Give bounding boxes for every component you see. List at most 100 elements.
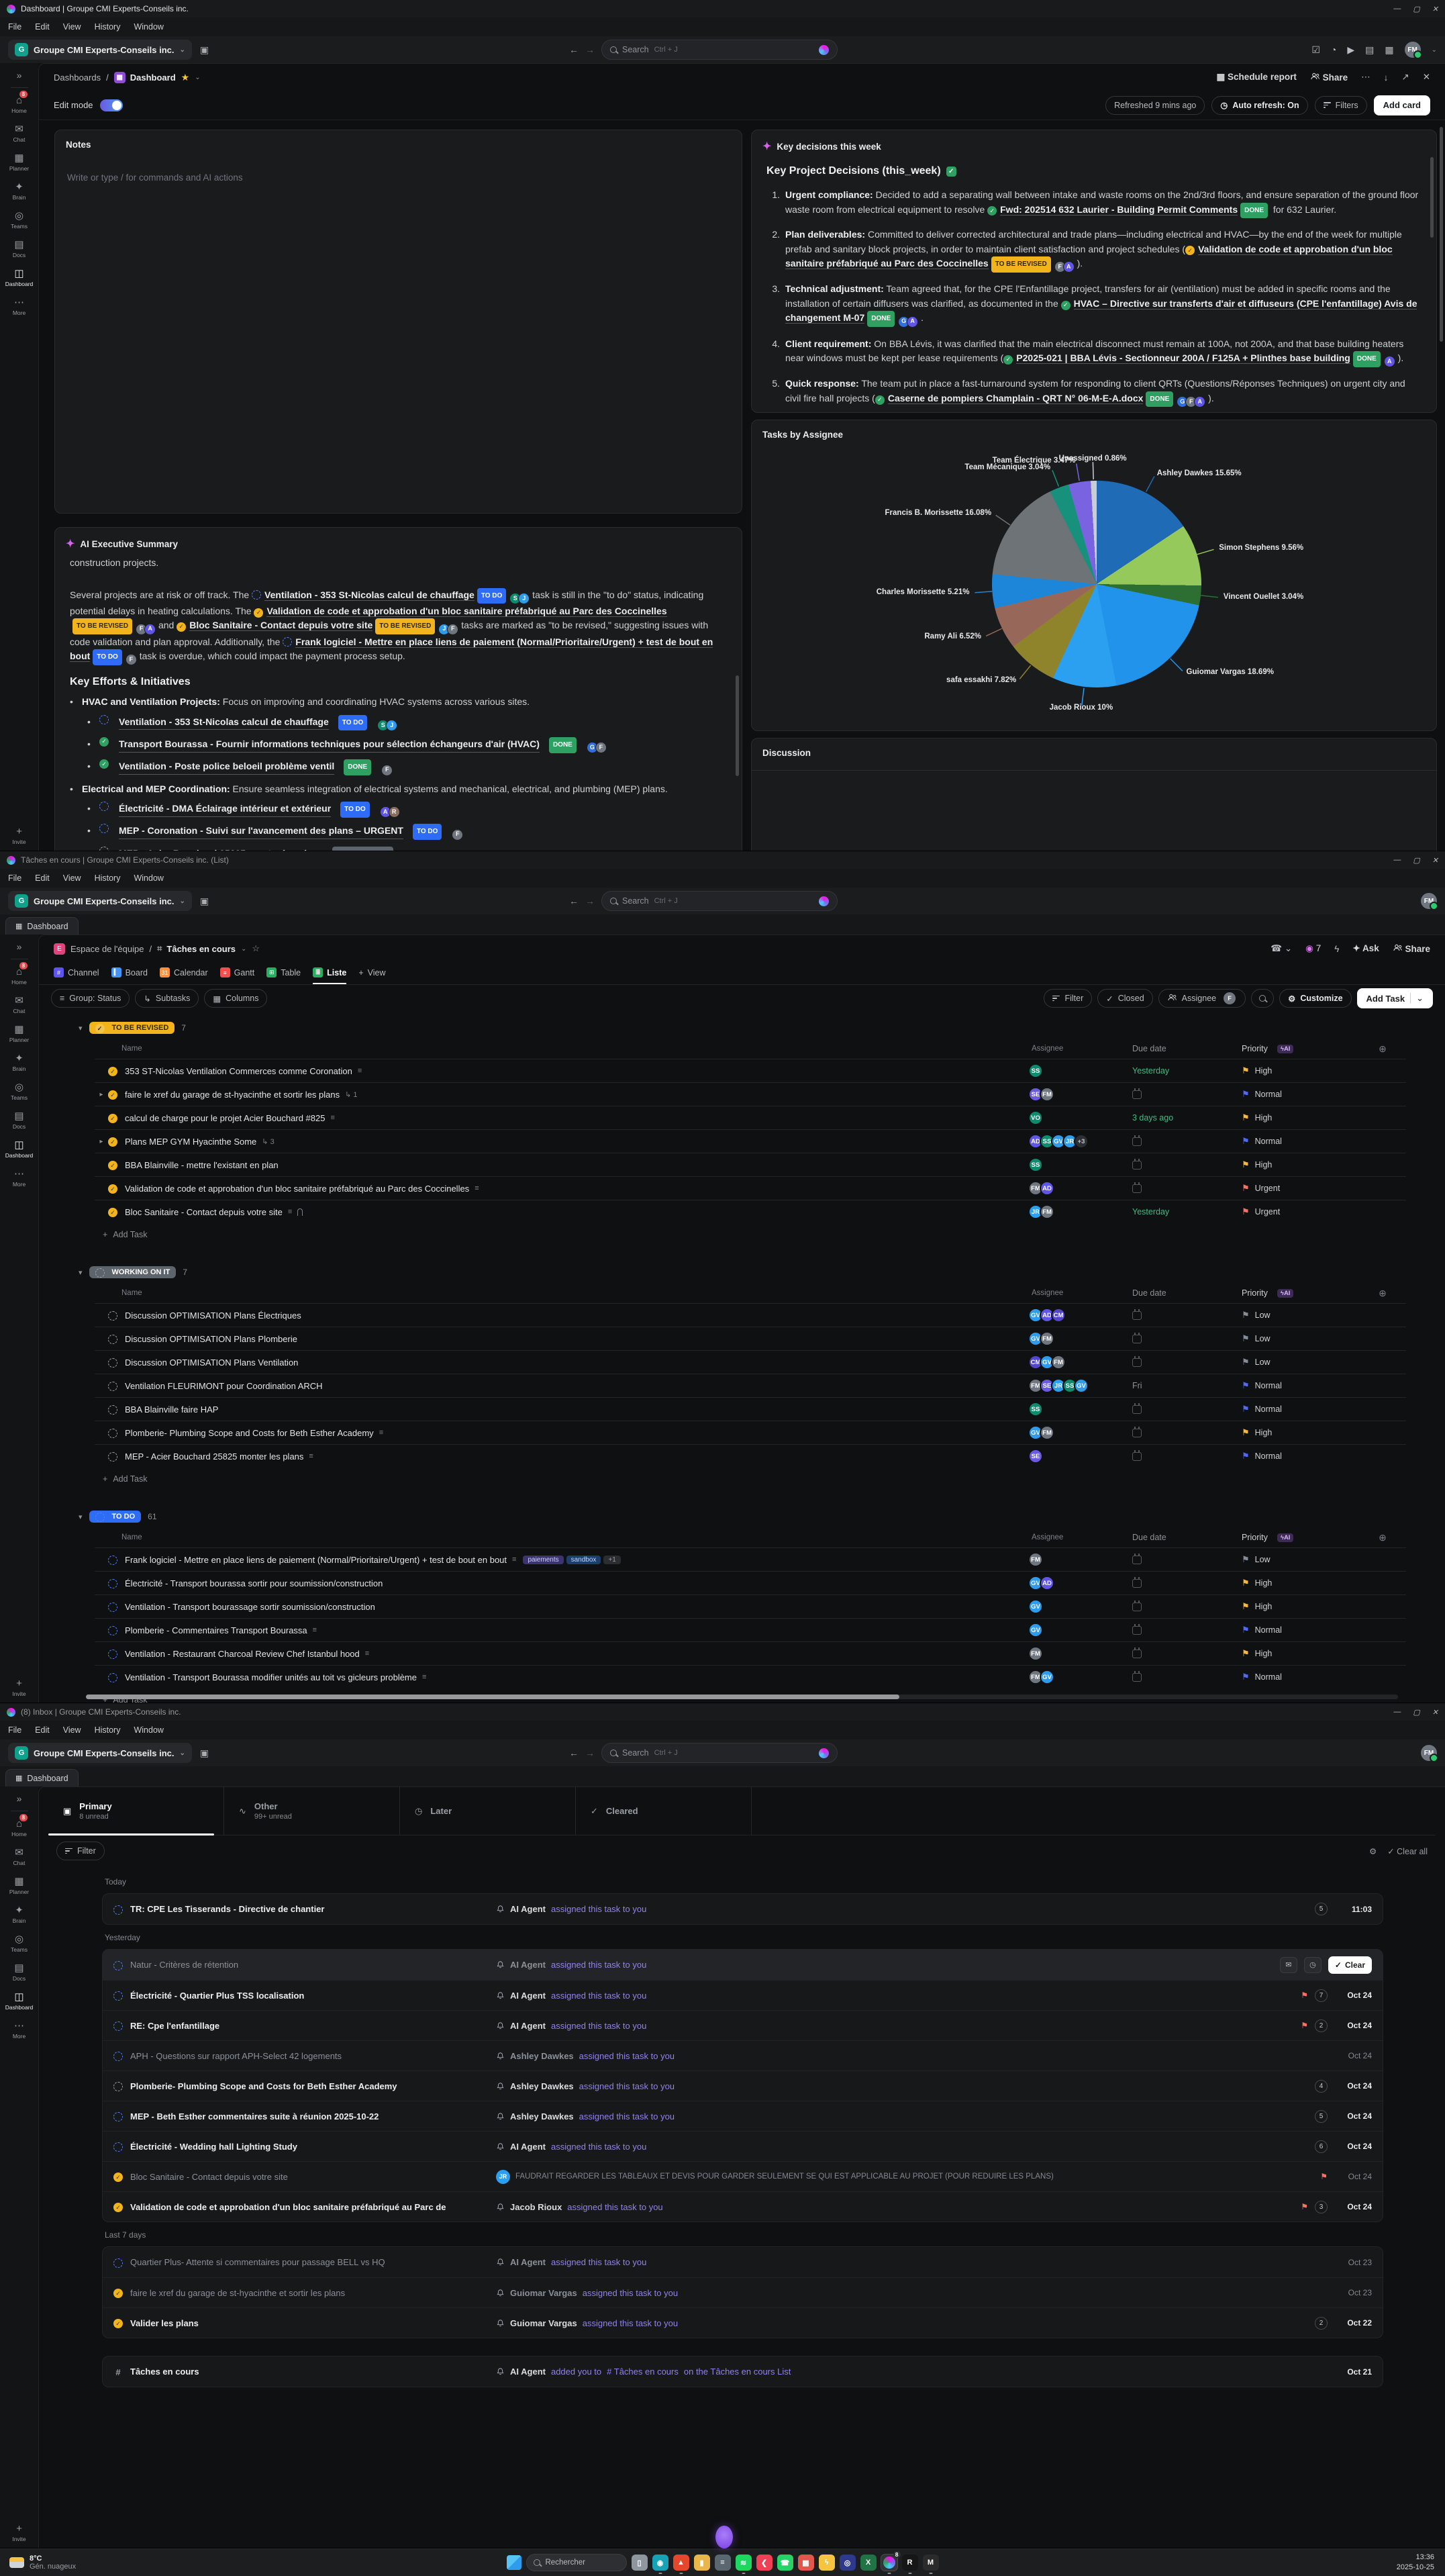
minimize-icon[interactable]: — (1393, 5, 1401, 13)
breadcrumb-current[interactable]: ▦ Dashboard (114, 72, 176, 83)
rail-item-chat[interactable]: ✉Chat (13, 1846, 26, 1866)
due-date-cell[interactable] (1132, 1335, 1242, 1343)
task-row[interactable]: Frank logiciel - Mettre en place liens d… (95, 1547, 1406, 1571)
rail-item-more[interactable]: ⋯More (13, 296, 26, 316)
inbox-row[interactable]: Plomberie- Plumbing Scope and Costs for … (103, 2070, 1383, 2101)
task-check-icon[interactable]: ☑ (1311, 44, 1320, 56)
effort-task[interactable]: •MEP - Coronation - Suivi sur l'avanceme… (87, 824, 727, 840)
breadcrumb-current[interactable]: Tâches en cours (166, 944, 236, 954)
add-view-button[interactable]: +View (358, 962, 385, 984)
subtasks-button[interactable]: ↳ Subtasks (135, 989, 199, 1008)
due-date-cell[interactable] (1132, 1429, 1242, 1437)
rail-item-home[interactable]: ⌂8Home (11, 966, 27, 986)
task-name[interactable]: Ventilation - Transport Bourassa modifie… (125, 1672, 417, 1682)
rail-item-planner[interactable]: ▦Planner (9, 1023, 29, 1043)
inbox-row[interactable]: ✓Bloc Sanitaire - Contact depuis votre s… (103, 2161, 1383, 2191)
rail-item-chat[interactable]: ✉Chat (13, 994, 26, 1014)
task-row[interactable]: ✓353 ST-Nicolas Ventilation Commerces co… (95, 1059, 1406, 1082)
menu-item-history[interactable]: History (95, 873, 121, 883)
inbox-row[interactable]: Quartier Plus- Attente si commentaires p… (103, 2247, 1383, 2277)
tasks-by-assignee-card[interactable]: Tasks by Assignee Ashley Dawkes 15.65%Si… (751, 420, 1437, 731)
notification-title[interactable]: MEP - Beth Esther commentaires suite à r… (130, 2111, 496, 2121)
record-icon[interactable]: ▶ (1347, 44, 1354, 56)
add-task-row[interactable]: +Add Task (95, 1468, 1406, 1490)
inbox-row[interactable]: ✓Validation de code et approbation d'un … (103, 2191, 1383, 2222)
doc-icon[interactable]: ▤ (1365, 44, 1374, 56)
due-date-cell[interactable] (1132, 1650, 1242, 1658)
task-name[interactable]: Plans MEP GYM Hyacinthe Some (125, 1137, 256, 1147)
inbox-row[interactable]: RE: Cpe l'enfantillageAI Agentassigned t… (103, 2010, 1383, 2040)
snooze-icon[interactable]: ◷ (1304, 1957, 1322, 1973)
inbox-row[interactable]: ✓faire le xref du garage de st-hyacinthe… (103, 2277, 1383, 2307)
taskbar-app-media[interactable]: ❮ (756, 2555, 773, 2571)
rail-item-dashboard[interactable]: ◫Dashboard (5, 1139, 34, 1159)
notification-title[interactable]: TR: CPE Les Tisserands - Directive de ch… (130, 1904, 496, 1914)
timer-icon[interactable]: ◔ (1331, 44, 1336, 55)
assignee-cell[interactable]: ADSSGVJR+3 (1032, 1134, 1132, 1149)
effort-task[interactable]: •Ventilation - 353 St-Nicolas calcul de … (87, 715, 727, 731)
due-date-cell[interactable]: Yesterday (1132, 1066, 1242, 1076)
inbox-settings-icon[interactable]: ⚙ (1369, 1846, 1377, 1856)
search-input[interactable]: Search Ctrl + J (601, 1743, 838, 1763)
filters-button[interactable]: Filters (1315, 96, 1367, 115)
task-name[interactable]: Validation de code et approbation d'un b… (125, 1184, 469, 1194)
clear-button[interactable]: ✓Clear (1328, 1956, 1372, 1974)
add-task-button[interactable]: Add Task ⌄ (1357, 988, 1433, 1008)
notification-title[interactable]: faire le xref du garage de st-hyacinthe … (130, 2288, 496, 2298)
start-button[interactable] (507, 2555, 521, 2570)
priority-cell[interactable]: ⚑Normal (1242, 1451, 1359, 1462)
group-header[interactable]: ▾WORKING ON IT7 (79, 1261, 1406, 1283)
priority-cell[interactable]: ⚑High (1242, 1427, 1359, 1438)
assignee-cell[interactable]: SEFM (1032, 1087, 1132, 1102)
ai-summary-card[interactable]: ✦AI Executive Summary construction proje… (54, 527, 742, 851)
task-row[interactable]: ✓Bloc Sanitaire - Contact depuis votre s… (95, 1200, 1406, 1223)
tab-dashboard[interactable]: ▦Dashboard (5, 1769, 79, 1786)
menu-item-edit[interactable]: Edit (35, 873, 50, 883)
invite-button[interactable]: +Invite (12, 1678, 26, 1697)
collapse-sidebar-icon[interactable]: » (17, 70, 22, 81)
titlebar[interactable]: Dashboard | Groupe CMI Experts-Conseils … (0, 0, 1445, 17)
assignee-cell[interactable]: GVADCM (1032, 1308, 1132, 1323)
taskbar-app-notes[interactable]: ≡ (715, 2555, 731, 2571)
priority-cell[interactable]: ⚑High (1242, 1648, 1359, 1659)
task-name[interactable]: Discussion OPTIMISATION Plans Électrique… (125, 1310, 301, 1321)
rail-item-teams[interactable]: ◎Teams (11, 1081, 28, 1101)
clear-all-button[interactable]: ✓ Clear all (1387, 1846, 1428, 1856)
tab-other[interactable]: ∿Other99+ unread (224, 1787, 400, 1835)
taskbar-app-brave[interactable]: ▲ (673, 2555, 689, 2571)
priority-cell[interactable]: ⚑High (1242, 1601, 1359, 1612)
rail-item-brain[interactable]: ✦Brain (13, 1052, 26, 1072)
effort-task[interactable]: •MEP - Acier Bouchard 25825 monter les p… (87, 847, 727, 851)
task-name[interactable]: BBA Blainville faire HAP (125, 1404, 218, 1415)
notification-title[interactable]: RE: Cpe l'enfantillage (130, 2021, 496, 2031)
taskbar-app-spotify[interactable]: ≋ (736, 2555, 752, 2571)
auto-refresh-toggle[interactable]: ◷ Auto refresh: On (1211, 96, 1307, 115)
tag[interactable]: paiements (523, 1556, 563, 1564)
assignee-cell[interactable]: SS (1032, 1063, 1132, 1078)
call-button[interactable]: ☎ ⌄ (1270, 943, 1292, 954)
assignee-cell[interactable]: SE (1032, 1449, 1132, 1464)
assignee-cell[interactable]: CMGVFM (1032, 1355, 1132, 1370)
due-date-cell[interactable]: 3 days ago (1132, 1113, 1242, 1123)
assignee-cell[interactable]: FMGV (1032, 1670, 1132, 1684)
user-avatar[interactable]: FM (1405, 42, 1421, 58)
inbox-row[interactable]: ✓Valider les plansGuiomar Vargasassigned… (103, 2307, 1383, 2338)
forward-icon[interactable]: → (585, 1748, 595, 1758)
view-tab-liste[interactable]: ≣Liste (313, 962, 346, 984)
taskbar-app-clickup[interactable]: 8 (881, 2555, 897, 2571)
priority-cell[interactable]: ⚑Normal (1242, 1136, 1359, 1147)
group-by-button[interactable]: ≡ Group: Status (51, 989, 130, 1008)
task-row[interactable]: Plomberie - Commentaires Transport Boura… (95, 1618, 1406, 1641)
priority-cell[interactable]: ⚑Normal (1242, 1380, 1359, 1391)
collapse-sidebar-icon[interactable]: » (17, 1793, 22, 1804)
task-link[interactable]: Bloc Sanitaire - Contact depuis votre si… (189, 620, 372, 631)
menu-item-view[interactable]: View (63, 873, 81, 883)
due-date-cell[interactable] (1132, 1556, 1242, 1564)
user-avatar[interactable]: FM (1421, 1745, 1437, 1761)
rail-item-planner[interactable]: ▦Planner (9, 152, 29, 172)
edit-mode-toggle[interactable] (100, 99, 123, 111)
breadcrumb-space[interactable]: Espace de l'équipe (70, 944, 144, 954)
more-icon[interactable]: ⋯ (1361, 72, 1371, 83)
collapse-sidebar-icon[interactable]: » (17, 941, 22, 952)
share-button[interactable]: Share (1310, 72, 1348, 83)
